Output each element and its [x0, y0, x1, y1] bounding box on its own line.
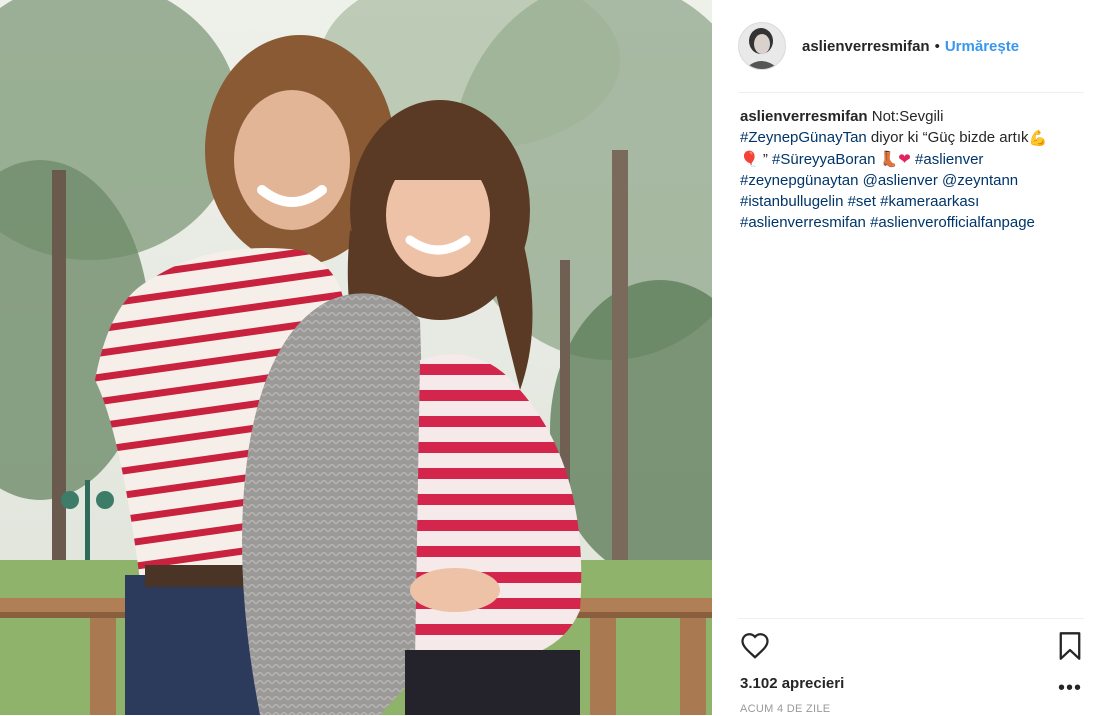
more-options-icon[interactable]: ••• [1058, 677, 1082, 700]
hashtag-link[interactable]: #kameraarkası [880, 193, 979, 210]
instagram-post: aslienverresmifan • Urmărește aslienverr… [0, 0, 1110, 715]
likes-count[interactable]: 3.102 aprecieri [740, 675, 844, 692]
separator-dot: • [934, 37, 940, 55]
caption-text: diyor ki “Güç bizde artık [866, 129, 1029, 146]
mention-link[interactable]: @zeyntann [942, 172, 1018, 189]
boot-emoji-icon: 👢 [879, 151, 899, 169]
avatar[interactable] [738, 22, 786, 70]
bookmark-icon [1059, 632, 1081, 660]
hashtag-link[interactable]: #aslienverresmifan [740, 214, 866, 231]
balloon-emoji-icon: 🎈 [740, 151, 759, 169]
like-button[interactable] [740, 631, 770, 661]
hashtag-link[interactable]: #set [848, 193, 876, 210]
post-caption: aslienverresmifan Not:Sevgili #ZeynepGün… [740, 106, 1090, 233]
post-header: aslienverresmifan • Urmărește [738, 18, 1084, 93]
post-photo[interactable] [0, 0, 712, 715]
post-author-username[interactable]: aslienverresmifan [802, 38, 930, 55]
mention-link[interactable]: @aslienver [863, 172, 938, 189]
post-side-panel: aslienverresmifan • Urmărește aslienverr… [712, 0, 1110, 715]
save-button[interactable] [1058, 631, 1082, 661]
post-timestamp[interactable]: ACUM 4 DE ZILE [740, 703, 830, 715]
post-actions: 3.102 aprecieri ••• ACUM 4 DE ZILE [738, 618, 1084, 716]
hashtag-link[interactable]: #ZeynepGünayTan [740, 129, 867, 146]
avatar-image [739, 23, 785, 69]
caption-username[interactable]: aslienverresmifan [740, 108, 868, 125]
hashtag-link[interactable]: #aslienverofficialfanpage [870, 214, 1035, 231]
follow-button[interactable]: Urmărește [945, 38, 1019, 55]
muscle-emoji-icon: 💪 [1028, 129, 1048, 147]
heart-emoji-icon: ❤ [898, 151, 911, 169]
hashtag-link[interactable]: #zeynepgünaytan [740, 172, 858, 189]
photo-illustration [0, 0, 712, 715]
hashtag-link[interactable]: #istanbullugelin [740, 193, 843, 210]
heart-icon [741, 633, 769, 659]
caption-text: Not:Sevgili [867, 108, 944, 125]
hashtag-link[interactable]: #aslienver [915, 151, 983, 168]
hashtag-link[interactable]: #SüreyyaBoran [772, 151, 875, 168]
caption-text: ” [758, 150, 773, 168]
